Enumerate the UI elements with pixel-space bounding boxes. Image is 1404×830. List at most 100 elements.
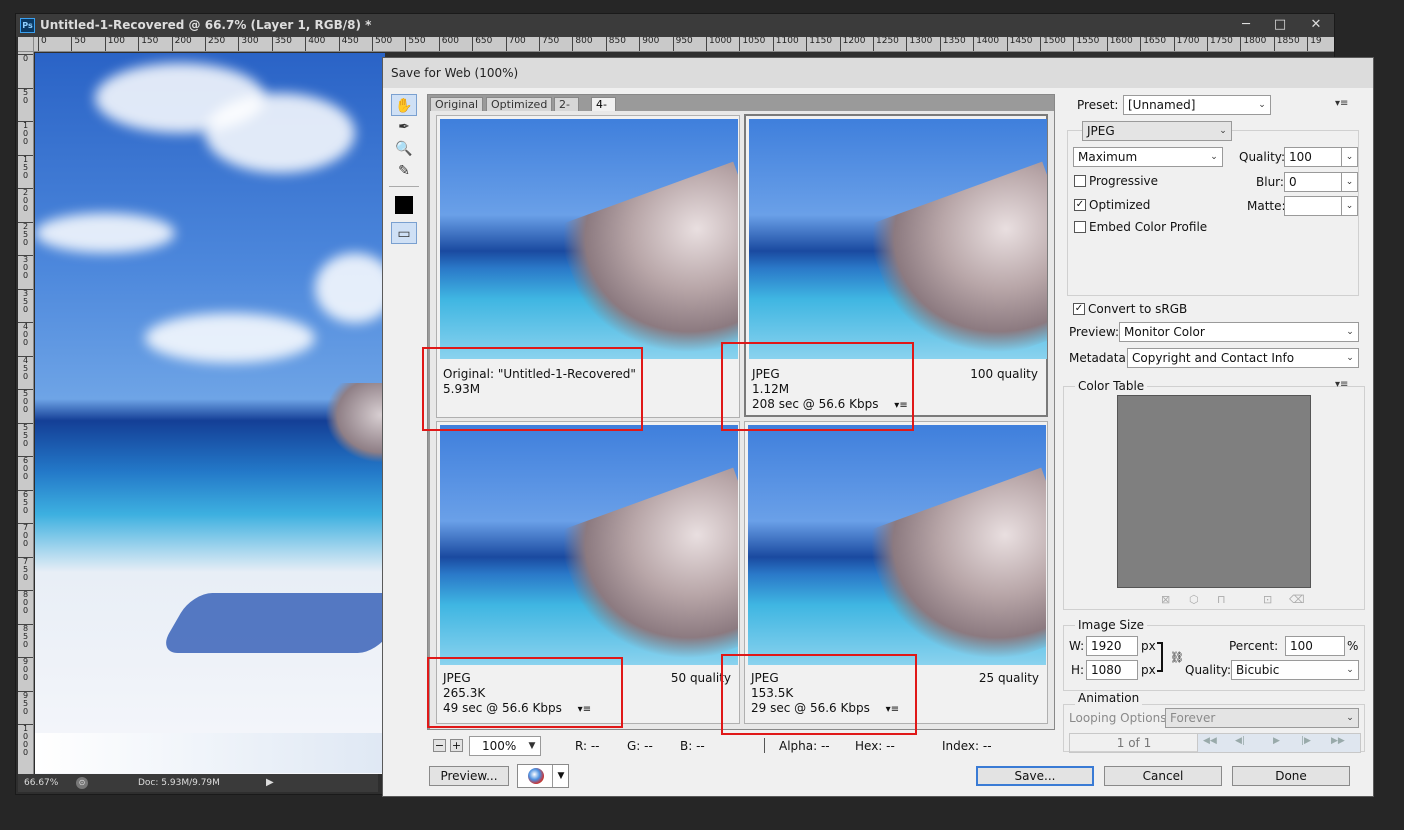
toggle-slices-icon[interactable]: ▭: [391, 222, 417, 244]
first-frame-icon[interactable]: ◀◀: [1203, 736, 1217, 746]
status-info-icon[interactable]: ⊙: [76, 777, 88, 789]
browser-select[interactable]: ▼: [517, 764, 569, 788]
matte-select[interactable]: ⌄: [1284, 196, 1358, 216]
ruler-tick: 6 5 0: [18, 489, 33, 515]
map-color-icon[interactable]: ⊠: [1161, 593, 1170, 606]
looping-select[interactable]: Forever ⌄: [1165, 708, 1359, 728]
ruler-tick: 1 5 0: [18, 154, 33, 180]
percent-unit: %: [1347, 639, 1359, 653]
chevron-down-icon: ⌄: [1219, 126, 1227, 136]
optimized-checkbox[interactable]: ✓: [1074, 199, 1086, 211]
red-value: R: --: [575, 739, 600, 753]
lock-color-icon[interactable]: ⊓: [1217, 593, 1226, 606]
minimize-button[interactable]: ─: [1229, 16, 1263, 34]
web-shift-icon[interactable]: ⬡: [1189, 593, 1199, 606]
zoom-select[interactable]: 100% ▼: [469, 736, 541, 756]
photoshop-logo-icon: Ps: [20, 18, 35, 33]
ruler-vertical[interactable]: 0 5 0 1 0 0 1 5 0 2 0 0 2 5 0 3 0 0 3 5 0 4 0 0 4…: [18, 52, 34, 774]
zoom-in-button[interactable]: +: [450, 739, 463, 752]
ruler-tick: 1300: [906, 37, 932, 51]
quality-level-select[interactable]: Maximum ⌄: [1073, 147, 1223, 167]
frame-counter: 1 of 1: [1069, 733, 1199, 753]
ruler-tick: 5 5 0: [18, 422, 33, 448]
width-unit: px: [1141, 639, 1156, 653]
blue-value: B: --: [680, 739, 705, 753]
chevron-down-icon: ▼: [528, 741, 536, 751]
tab-original[interactable]: Original: [430, 97, 484, 111]
annotation-box: [721, 342, 914, 431]
chevron-down-icon: ⌄: [1346, 327, 1354, 337]
ruler-tick: 0: [38, 37, 47, 51]
blur-input[interactable]: 0 ⌄: [1284, 172, 1358, 192]
slice-select-tool-icon[interactable]: ✒: [391, 116, 417, 138]
resample-quality-select[interactable]: Bicubic ⌄: [1231, 660, 1359, 680]
ruler-tick: 7 5 0: [18, 556, 33, 582]
next-frame-icon[interactable]: |▶: [1301, 736, 1311, 746]
eyedropper-tool-icon[interactable]: ✎: [391, 160, 417, 182]
ruler-tick: 1050: [739, 37, 765, 51]
ruler-tick: 1150: [806, 37, 832, 51]
preview-color-select[interactable]: Monitor Color ⌄: [1119, 322, 1359, 342]
ruler-tick: 1000: [706, 37, 732, 51]
pane-image[interactable]: [749, 119, 1047, 359]
maximize-button[interactable]: □: [1263, 16, 1297, 34]
percent-input[interactable]: 100: [1285, 636, 1345, 656]
tab-optimized[interactable]: Optimized: [486, 97, 553, 111]
width-input[interactable]: 1920: [1086, 636, 1138, 656]
eyedropper-color-icon[interactable]: [391, 194, 417, 216]
chevron-down-icon: ⌄: [1346, 713, 1354, 723]
green-value: G: --: [627, 739, 653, 753]
ruler-tick: 900: [639, 37, 659, 51]
convert-srgb-label: Convert to sRGB: [1088, 302, 1188, 316]
previous-frame-icon[interactable]: ◀|: [1235, 736, 1245, 746]
resample-quality-label: Quality:: [1185, 663, 1232, 677]
convert-srgb-checkbox[interactable]: ✓: [1073, 303, 1085, 315]
ruler-corner[interactable]: [18, 37, 34, 52]
color-table-menu-icon[interactable]: ▾≡: [1335, 379, 1348, 390]
tool-panel: ✋ ✒ 🔍 ✎ ▭: [389, 94, 419, 246]
chevron-down-icon: ⌄: [1341, 173, 1357, 191]
link-icon[interactable]: ⛓: [1170, 651, 1184, 664]
tab-2-up[interactable]: 2-Up: [554, 97, 580, 124]
ruler-tick: 1550: [1073, 37, 1099, 51]
tab-4-up[interactable]: 4-Up: [591, 97, 617, 124]
ruler-tick: 1400: [973, 37, 999, 51]
pane-image[interactable]: [748, 425, 1046, 665]
ruler-horizontal[interactable]: 0 50 100 150 200 250 300 350 400 450 500 550 600 650 7…: [34, 37, 1334, 52]
zoom-tool-icon[interactable]: 🔍: [391, 138, 417, 160]
pane-image[interactable]: [440, 425, 738, 665]
chevron-down-icon: ⌄: [1210, 152, 1218, 162]
progressive-checkbox[interactable]: [1074, 175, 1086, 187]
close-button[interactable]: ✕: [1298, 16, 1334, 34]
format-select[interactable]: JPEG ⌄: [1082, 121, 1232, 141]
zoom-out-button[interactable]: −: [433, 739, 446, 752]
new-color-icon[interactable]: ⊡: [1263, 593, 1272, 606]
index-value: Index: --: [942, 739, 992, 753]
trash-icon[interactable]: ⌫: [1289, 593, 1305, 606]
status-arrow-icon[interactable]: ▶: [266, 774, 274, 792]
preset-select[interactable]: [Unnamed] ⌄: [1123, 95, 1271, 115]
done-button[interactable]: Done: [1232, 766, 1350, 786]
ruler-tick: 9 0 0: [18, 657, 33, 682]
cancel-button[interactable]: Cancel: [1104, 766, 1222, 786]
preset-menu-icon[interactable]: ▾≡: [1335, 98, 1348, 109]
preview-button[interactable]: Preview...: [429, 766, 509, 786]
chevron-down-icon: ▼: [552, 765, 569, 787]
pane-image[interactable]: [440, 119, 738, 359]
embed-profile-checkbox[interactable]: [1074, 221, 1086, 233]
last-frame-icon[interactable]: ▶▶: [1331, 736, 1345, 746]
ruler-tick: 600: [438, 37, 459, 51]
ruler-tick: 4 5 0: [18, 355, 33, 381]
height-input[interactable]: 1080: [1086, 660, 1138, 680]
hand-tool-icon[interactable]: ✋: [391, 94, 417, 116]
document-canvas[interactable]: [35, 53, 385, 774]
zoom-level[interactable]: 66.67%: [24, 774, 58, 792]
metadata-select[interactable]: Copyright and Contact Info ⌄: [1127, 348, 1359, 368]
chevron-down-icon: ⌄: [1341, 148, 1357, 166]
save-button[interactable]: Save...: [976, 766, 1094, 786]
quality-input[interactable]: 100 ⌄: [1284, 147, 1358, 167]
play-icon[interactable]: ▶: [1273, 736, 1280, 746]
ruler-tick: 3 5 0: [18, 288, 33, 314]
color-table-swatch-area[interactable]: [1117, 395, 1311, 588]
ruler-tick: 2 5 0: [18, 221, 33, 247]
